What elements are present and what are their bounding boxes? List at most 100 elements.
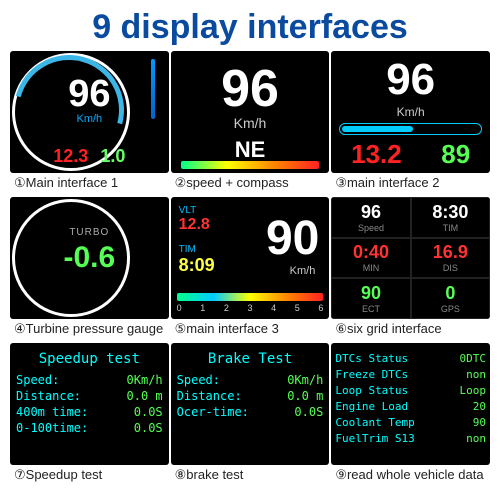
scale-tick: 3 (247, 303, 252, 313)
cell-value: 0 (445, 283, 455, 304)
speedup-header: Speedup test (16, 351, 163, 367)
readout-green: 89 (441, 139, 470, 170)
side-bar (141, 59, 165, 119)
grid-cell: 16.9DIS (411, 238, 490, 279)
cell-label: TIM (443, 223, 459, 233)
row-value: 0Km/h (287, 373, 323, 387)
data-row: Coolant Temp 90 (335, 416, 486, 429)
cell-speed-compass: 96 Km/h NE ②speed + compass (171, 51, 330, 195)
grid-cell: 0:40MIN (331, 238, 410, 279)
scale-tick: 4 (271, 303, 276, 313)
caption-5: ⑤main interface 3 (175, 321, 330, 337)
cell-value: 8:30 (432, 202, 468, 223)
cell-speedup: Speedup test Speed: 0Km/h Distance: 0.0 m 40… (10, 343, 169, 487)
cell-label: ECT (362, 304, 380, 314)
row-value: 0.0 m (287, 389, 323, 403)
row-key: Speed: (16, 373, 59, 387)
grid-cell: 90ECT (331, 278, 410, 319)
cell-label: GPS (441, 304, 460, 314)
scale-tick: 2 (224, 303, 229, 313)
test-row: Ocer-time: 0.0S (177, 405, 324, 419)
readout-red: 13.2 (351, 139, 402, 170)
scale-tick: 1 (200, 303, 205, 313)
row-value: non (466, 368, 486, 381)
brake-rows: Speed: 0Km/h Distance: 0.0 m Ocer-time: 0.0S (177, 373, 324, 419)
tim-label: TIM (179, 244, 215, 255)
speed-value: 90 (266, 211, 319, 266)
row-key: Ocer-time: (177, 405, 249, 419)
speed-unit: Km/h (331, 105, 490, 119)
bottom-readout: 12.3 1.0 (10, 146, 169, 167)
brake-header: Brake Test (177, 351, 324, 367)
cell-main-1: 96 Km/h 12.31.0 ①Main interface 1 (10, 51, 169, 195)
row-key: Engine Load (335, 400, 408, 413)
row-value: 0Km/h (127, 373, 163, 387)
panel-main-2: 96 Km/h 13.2 89 (331, 51, 490, 173)
scale-tick: 0 (177, 303, 182, 313)
cell-label: MIN (363, 263, 380, 273)
row-key: 400m time: (16, 405, 88, 419)
vlt-value: 12.8 (179, 216, 215, 234)
row-value: 20 (473, 400, 486, 413)
row-value: non (466, 432, 486, 445)
row-key: Speed: (177, 373, 220, 387)
test-row: Speed: 0Km/h (177, 373, 324, 387)
test-row: Distance: 0.0 m (16, 389, 163, 403)
cell-label: Speed (358, 223, 384, 233)
cell-vehicle-data: DTCs Status0DTC Freeze DTCsnon Loop Status… (331, 343, 490, 487)
row-key: DTCs Status (335, 352, 408, 365)
row-key: Loop Status (335, 384, 408, 397)
scale-tick: 5 (295, 303, 300, 313)
data-row: FuelTrim S13 non (335, 432, 486, 445)
panel-main-3: VLT 12.8 TIM 8:09 90 Km/h 0123456 (171, 197, 330, 319)
panel-six-grid: 96Speed8:30TIM0:40MIN16.9DIS90ECT0GPS (331, 197, 490, 319)
cell-value: 16.9 (433, 242, 468, 263)
progress-bar (339, 123, 482, 135)
cell-value: 96 (361, 202, 381, 223)
row-value: 0.0S (134, 421, 163, 435)
left-readouts: VLT 12.8 TIM 8:09 (179, 205, 215, 276)
data-row: DTCs Status0DTC (335, 352, 486, 365)
scale-bar: 0123456 (177, 293, 324, 315)
bottom-readout: 13.2 89 (331, 139, 490, 170)
test-row: 0-100time:0.0S (16, 421, 163, 435)
spectrum-bar (181, 161, 320, 169)
speed-unit: Km/h (171, 115, 330, 131)
row-value: 0.0S (134, 405, 163, 419)
panel-speed-compass: 96 Km/h NE (171, 51, 330, 173)
turbo-label: TURBO (10, 227, 169, 238)
grid-cell: 96Speed (331, 197, 410, 238)
speed-unit: Km/h (290, 265, 316, 277)
grid-cell: 8:30TIM (411, 197, 490, 238)
caption-7: ⑦Speedup test (14, 467, 169, 483)
row-key: Distance: (177, 389, 242, 403)
panel-speedup: Speedup test Speed: 0Km/h Distance: 0.0 m 40… (10, 343, 169, 465)
compass-direction: NE (171, 137, 330, 163)
panel-brake: Brake Test Speed: 0Km/h Distance: 0.0 m Ocer… (171, 343, 330, 465)
data-row: Engine Load 20 (335, 400, 486, 413)
cell-turbine: TURBO -0.6 ④Turbine pressure gauge (10, 197, 169, 341)
scale-ticks: 0123456 (177, 303, 324, 313)
row-key: Coolant Temp (335, 416, 414, 429)
caption-3: ③main interface 2 (335, 175, 490, 191)
page-title: 9 display interfaces (0, 0, 500, 51)
caption-8: ⑧brake test (175, 467, 330, 483)
test-row: Speed: 0Km/h (16, 373, 163, 387)
speed-value: 96 (331, 55, 490, 105)
display-grid: 96 Km/h 12.3 1.0 ①Main interface 1 96 Km/… (0, 51, 500, 487)
cell-six-grid: 96Speed8:30TIM0:40MIN16.9DIS90ECT0GPS ⑥s… (331, 197, 490, 341)
caption-1: ①Main interface 1 (14, 175, 169, 191)
panel-vehicle-data: DTCs Status0DTC Freeze DTCsnon Loop Status… (331, 343, 490, 465)
grid-cell: 0GPS (411, 278, 490, 319)
row-value: 0.0 m (127, 389, 163, 403)
row-value: 90 (473, 416, 486, 429)
row-key: FuelTrim S13 (335, 432, 414, 445)
caption-2: ②speed + compass (175, 175, 330, 191)
readout-red: 12.3 (53, 146, 88, 166)
row-key: Distance: (16, 389, 81, 403)
cell-value: 0:40 (353, 242, 389, 263)
row-value: 0.0S (294, 405, 323, 419)
panel-turbine: TURBO -0.6 (10, 197, 169, 319)
data-row: Freeze DTCsnon (335, 368, 486, 381)
readout-green: 1.0 (100, 146, 125, 166)
